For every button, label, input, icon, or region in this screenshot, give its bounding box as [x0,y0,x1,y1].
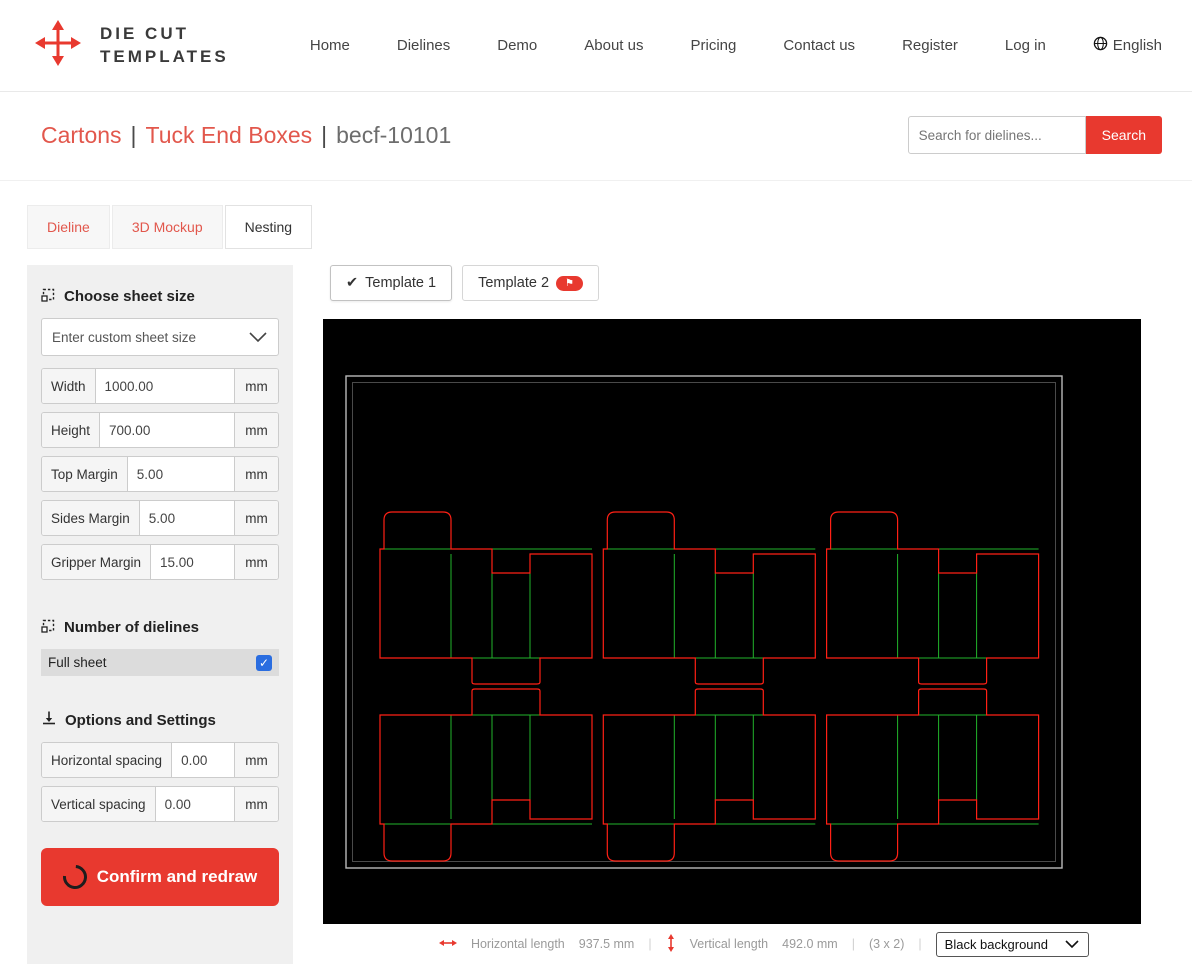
vertical-length-label: Vertical length [689,937,769,951]
full-sheet-checkbox[interactable]: ✓ [256,654,272,671]
breadcrumb: Cartons | Tuck End Boxes | becf-10101 [41,122,451,149]
nav-dielines[interactable]: Dielines [397,37,450,54]
full-sheet-row: Full sheet ✓ [41,649,279,676]
canvas-status-bar: Horizontal length 937.5 mm | Vertical le… [323,924,1141,964]
options-section-title: Options and Settings [41,710,279,730]
vertical-spacing-input[interactable] [155,787,234,821]
redraw-spinner-icon [57,860,92,894]
vertical-spacing-unit: mm [234,787,278,821]
flag-badge-icon: ⚑ [556,275,583,291]
dielines-section-title: Number of dielines [41,618,279,637]
template-1-tab[interactable]: ✔ Template 1 [330,265,453,301]
chevron-down-icon [1065,940,1079,949]
sides-margin-field-group: Sides Margin mm [41,500,279,536]
nesting-settings-sidebar: Choose sheet size Enter custom sheet siz… [27,265,293,964]
horizontal-arrow-icon [438,937,457,951]
dielines-count-icon [41,618,56,637]
breadcrumb-category[interactable]: Cartons [41,122,122,149]
chevron-down-icon [249,332,267,343]
gripper-margin-unit: mm [234,545,278,579]
width-label: Width [42,369,96,403]
tab-3d-mockup[interactable]: 3D Mockup [111,205,223,249]
nav-pricing[interactable]: Pricing [690,37,736,54]
width-field-group: Width mm [41,368,279,404]
top-margin-unit: mm [234,457,278,491]
template-tabs: ✔ Template 1 Template 2 ⚑ [330,265,1141,301]
search-button[interactable]: Search [1085,116,1162,154]
nav-register[interactable]: Register [902,37,958,54]
tab-dieline[interactable]: Dieline [27,205,110,249]
sheet-size-icon [41,287,56,306]
width-input[interactable] [95,369,234,403]
top-margin-field-group: Top Margin mm [41,456,279,492]
template-2-tab[interactable]: Template 2 ⚑ [462,265,599,301]
nav-home[interactable]: Home [310,37,350,54]
logo[interactable]: DIE CUT TEMPLATES [30,15,229,76]
options-settings-icon [41,710,57,730]
language-label: English [1112,37,1162,54]
vertical-spacing-field-group: Vertical spacing mm [41,786,279,822]
check-icon: ✔ [346,275,359,291]
top-margin-label: Top Margin [42,457,128,491]
search-input[interactable] [907,116,1086,154]
tab-nesting[interactable]: Nesting [224,205,313,249]
brand-name: DIE CUT TEMPLATES [100,23,229,66]
background-select[interactable]: Black background [935,931,1089,957]
nesting-canvas[interactable] [323,319,1141,924]
sheet-size-dropdown-value: Enter custom sheet size [52,329,197,345]
horizontal-spacing-field-group: Horizontal spacing mm [41,742,279,778]
vertical-spacing-label: Vertical spacing [42,787,156,821]
gripper-margin-label: Gripper Margin [42,545,152,579]
nav-contact[interactable]: Contact us [783,37,855,54]
breadcrumb-separator: | [130,121,137,148]
height-field-group: Height mm [41,412,279,448]
sheet-size-dropdown[interactable]: Enter custom sheet size [41,318,279,356]
gripper-margin-field-group: Gripper Margin mm [41,544,279,580]
grid-count: (3 x 2) [868,937,905,951]
sheet-size-section-title: Choose sheet size [41,287,279,306]
nav-about[interactable]: About us [584,37,643,54]
globe-icon [1093,36,1108,55]
horizontal-spacing-label: Horizontal spacing [42,743,173,777]
breadcrumb-separator: | [321,121,328,148]
horizontal-length-label: Horizontal length [470,937,565,951]
breadcrumb-subcategory[interactable]: Tuck End Boxes [146,122,313,149]
nav-login[interactable]: Log in [1005,37,1046,54]
height-unit: mm [234,413,278,447]
die-cut-arrows-icon [30,15,86,76]
horizontal-length-value: 937.5 mm [578,937,635,951]
confirm-redraw-button[interactable]: Confirm and redraw [41,848,279,906]
vertical-arrow-icon [666,933,676,955]
header: DIE CUT TEMPLATES Home Dielines Demo Abo… [0,0,1192,92]
view-tabs: Dieline 3D Mockup Nesting [27,205,1192,249]
nav-demo[interactable]: Demo [497,37,537,54]
breadcrumb-row: Cartons | Tuck End Boxes | becf-10101 Se… [0,92,1192,181]
sides-margin-label: Sides Margin [42,501,140,535]
full-sheet-label: Full sheet [48,655,107,670]
height-input[interactable] [100,413,234,447]
horizontal-spacing-unit: mm [234,743,278,777]
height-label: Height [42,413,101,447]
top-margin-input[interactable] [127,457,234,491]
gripper-margin-input[interactable] [151,545,234,579]
search-bar: Search [907,116,1162,154]
main-nav: Home Dielines Demo About us Pricing Cont… [310,36,1162,55]
width-unit: mm [234,369,278,403]
main-layout: Choose sheet size Enter custom sheet siz… [0,265,1192,964]
language-selector[interactable]: English [1093,36,1162,55]
horizontal-spacing-input[interactable] [172,743,234,777]
nesting-main: ✔ Template 1 Template 2 ⚑ Horizontal len… [323,265,1141,964]
sides-margin-unit: mm [234,501,278,535]
breadcrumb-code: becf-10101 [336,121,452,148]
sides-margin-input[interactable] [139,501,234,535]
vertical-length-value: 492.0 mm [782,937,838,951]
